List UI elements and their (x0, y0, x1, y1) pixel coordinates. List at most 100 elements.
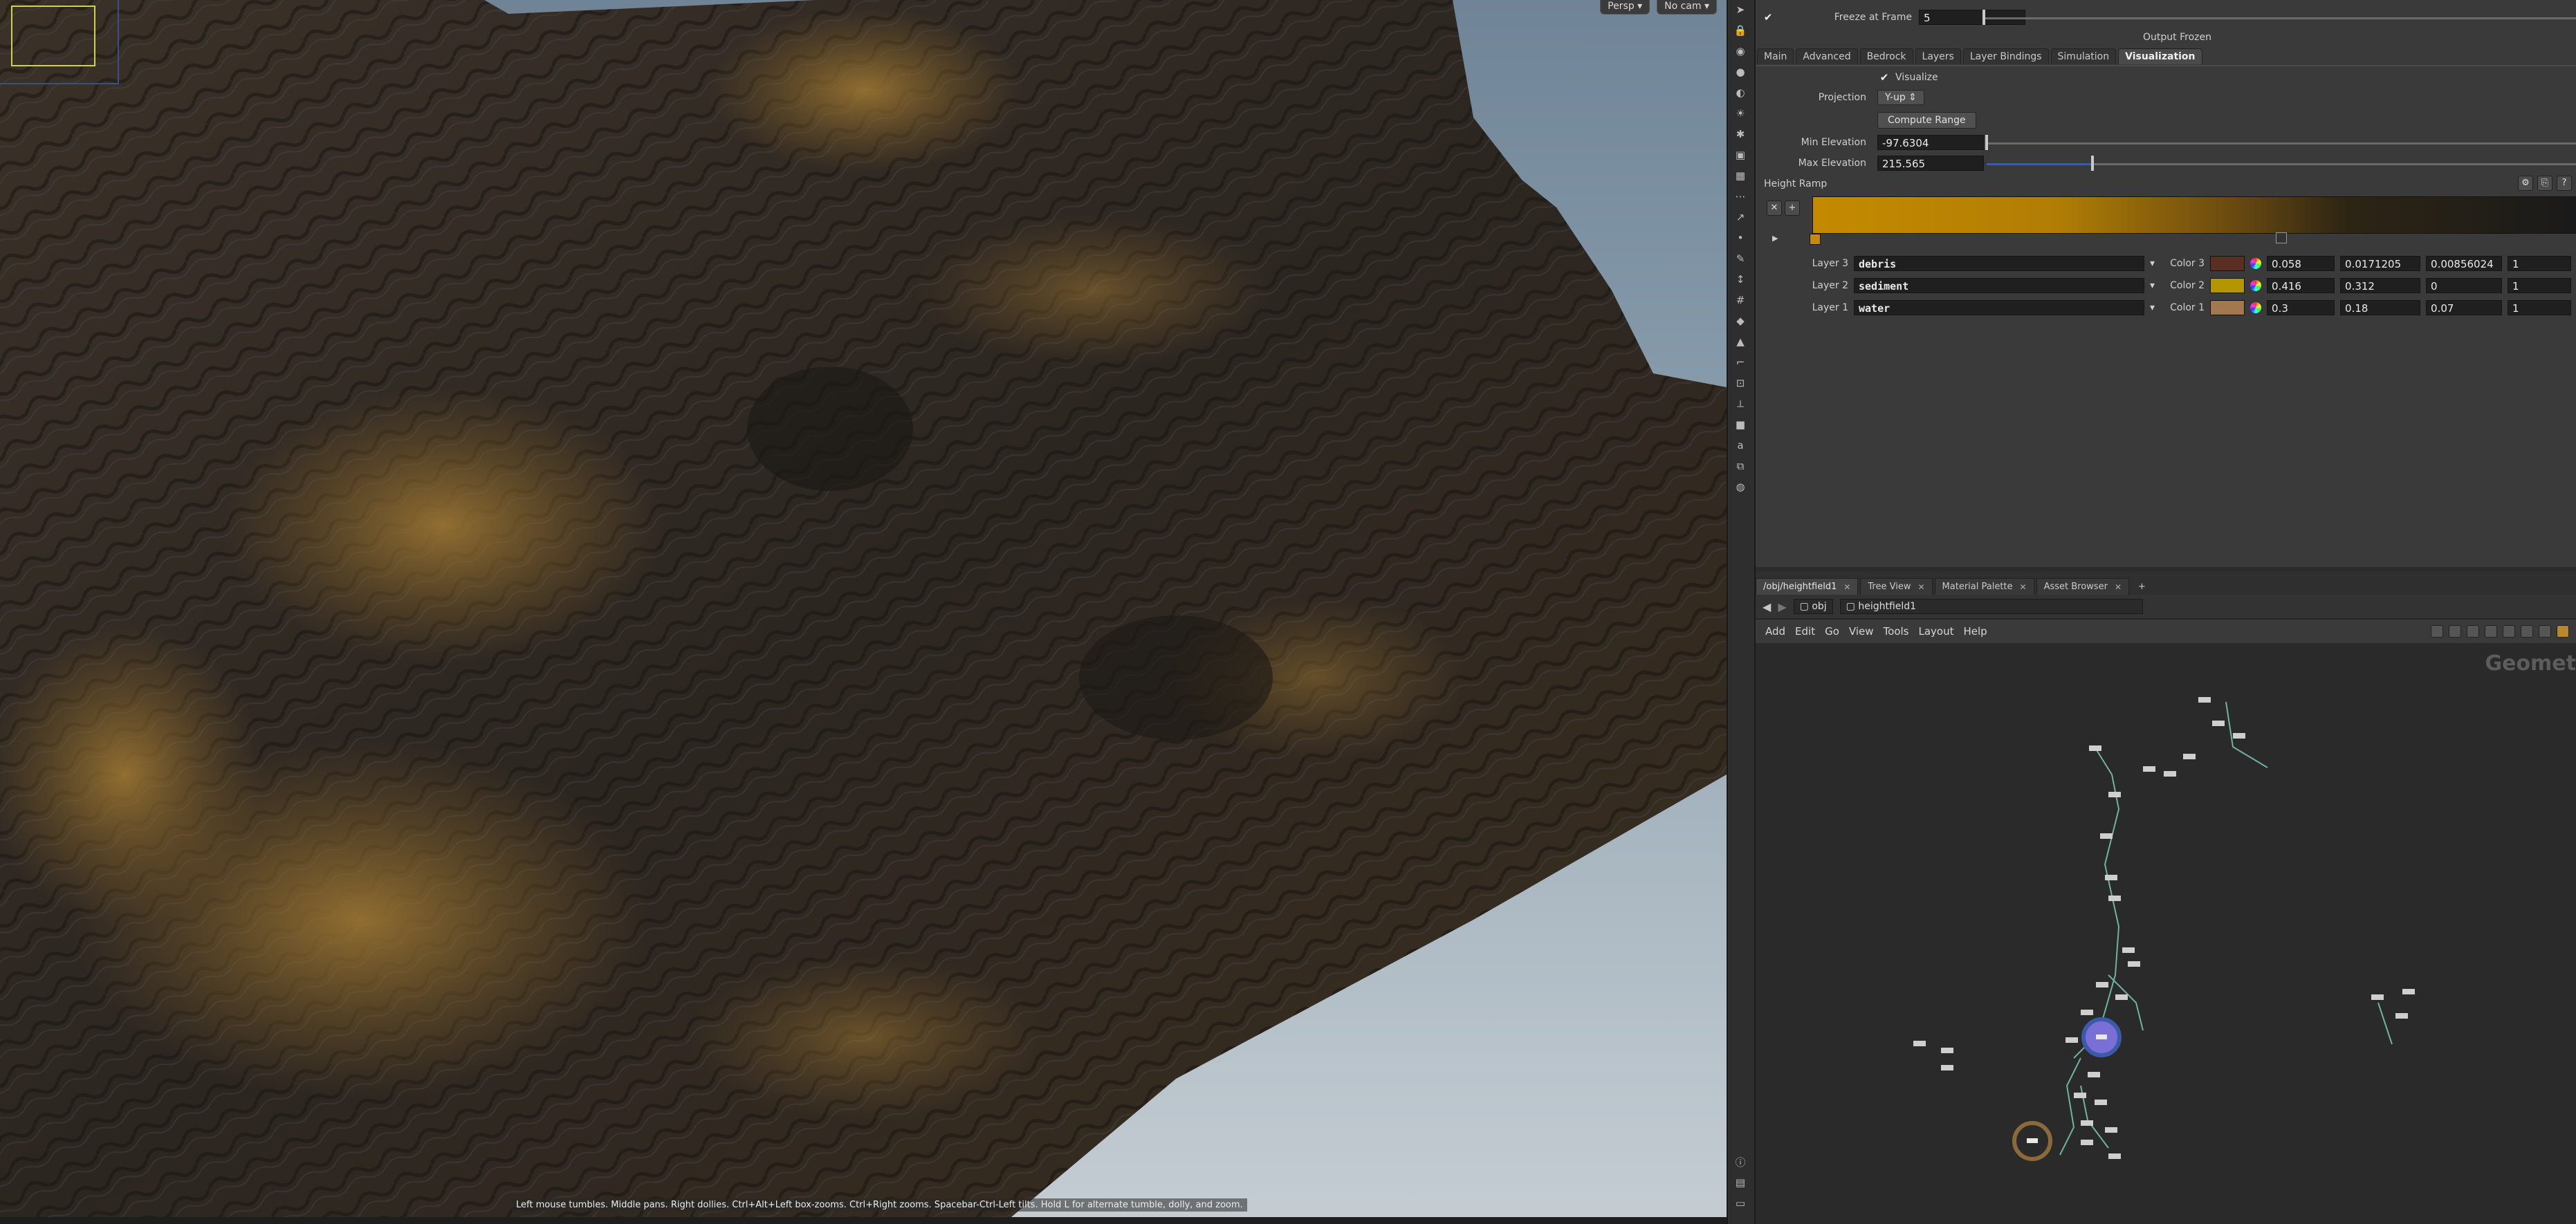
graph-node[interactable] (2143, 766, 2155, 772)
pane-tab-asset-browser[interactable]: Asset Browser ✕ (2036, 578, 2129, 595)
normals-icon[interactable]: ↗ (1733, 210, 1747, 224)
tab-bedrock[interactable]: Bedrock (1859, 48, 1913, 64)
graph-node[interactable] (1913, 1041, 1926, 1046)
menu-layout[interactable]: Layout (1918, 625, 1953, 638)
ramp-help-icon[interactable]: ? (2557, 176, 2572, 191)
layout-icon[interactable] (2521, 625, 2533, 638)
graph-node[interactable] (2095, 1100, 2107, 1105)
tab-simulation[interactable]: Simulation (2050, 48, 2117, 64)
graph-node[interactable] (2108, 1153, 2121, 1159)
points-icon[interactable]: ⋯ (1733, 189, 1747, 203)
freeze-checkbox[interactable]: ✔ (1763, 12, 1774, 23)
menu-tools[interactable]: Tools (1884, 625, 1909, 638)
color-wheel-icon[interactable] (2250, 280, 2262, 291)
color-g-field[interactable]: 0.0171205 (2340, 256, 2421, 271)
sphere-icon[interactable]: ● (1733, 65, 1747, 79)
graph-node[interactable] (2081, 1010, 2093, 1015)
layer-name-field[interactable]: sediment (1854, 278, 2144, 293)
render-icon[interactable]: ◍ (1733, 480, 1747, 494)
color-wheel-icon[interactable] (2250, 302, 2262, 313)
graph-node[interactable] (2198, 697, 2211, 703)
layer-name-field[interactable]: debris (1854, 256, 2144, 271)
close-icon[interactable]: ✕ (2020, 582, 2027, 592)
layer-dropdown-icon[interactable]: ▾ (2150, 258, 2155, 269)
color-a-field[interactable]: 1 (2508, 300, 2572, 315)
color-wheel-icon[interactable] (2250, 258, 2262, 269)
path-node[interactable]: ▢ heightfield1 (1839, 599, 2143, 614)
ramp-key-start[interactable] (1810, 234, 1821, 245)
paint-icon[interactable]: ◆ (1733, 314, 1747, 328)
graph-node[interactable] (2100, 833, 2113, 839)
tab-main[interactable]: Main (1757, 48, 1794, 64)
graph-node[interactable] (2212, 721, 2225, 726)
crop-icon[interactable]: ⊡ (1733, 376, 1747, 390)
graph-node[interactable] (2164, 771, 2176, 777)
color-a-field[interactable]: 1 (2508, 256, 2572, 271)
graph-node[interactable] (2108, 896, 2121, 901)
ramp-remove-key-icon[interactable]: ✕ (1767, 201, 1782, 216)
selected-node[interactable] (2096, 1035, 2107, 1039)
close-icon[interactable]: ✕ (1917, 582, 1924, 592)
menu-edit[interactable]: Edit (1795, 625, 1815, 638)
select-tool-icon[interactable]: ➤ (1733, 3, 1747, 17)
lock-icon[interactable]: 🔒 (1733, 24, 1747, 37)
graph-node[interactable] (2402, 989, 2415, 994)
ramp-add-key-icon[interactable]: + (1785, 201, 1800, 216)
layout-icon[interactable]: ▤ (1733, 1176, 1747, 1189)
close-icon[interactable]: ✕ (2115, 582, 2122, 592)
camera-menu[interactable]: No cam ▾ (1657, 0, 1717, 15)
layer-name-field[interactable]: water (1854, 300, 2144, 315)
back-arrow-icon[interactable]: ◀ (1763, 600, 1771, 613)
graph-node[interactable] (2066, 1037, 2078, 1043)
color-swatch[interactable] (2210, 256, 2245, 271)
color-g-field[interactable]: 0.312 (2340, 278, 2421, 293)
tab-advanced[interactable]: Advanced (1796, 48, 1858, 64)
graph-node[interactable] (2108, 792, 2121, 797)
forward-arrow-icon[interactable]: ▶ (1778, 600, 1786, 613)
info-icon[interactable]: ⓘ (1733, 1155, 1747, 1169)
color-a-field[interactable]: 1 (2508, 278, 2572, 293)
graph-node[interactable] (2074, 1093, 2086, 1098)
graph-node[interactable] (2081, 1120, 2093, 1126)
list-icon[interactable] (2485, 625, 2497, 638)
tab-layer-bindings[interactable]: Layer Bindings (1962, 48, 2049, 64)
graph-node[interactable] (2395, 1013, 2408, 1019)
max-elevation-field[interactable]: 215.565 (1877, 156, 1984, 171)
graph-node[interactable] (1941, 1065, 1953, 1070)
graph-node[interactable] (2081, 1140, 2093, 1145)
monitor-icon[interactable]: ▭ (1733, 1196, 1747, 1210)
ramp-presets-icon[interactable]: ⚙ (2518, 176, 2533, 191)
color-g-field[interactable]: 0.18 (2340, 300, 2421, 315)
wrench-icon[interactable] (2431, 625, 2443, 638)
graph-node[interactable] (1941, 1048, 1953, 1053)
graph-node[interactable] (2105, 1127, 2117, 1133)
graph-node[interactable] (2115, 994, 2128, 1000)
layer-dropdown-icon[interactable]: ▾ (2150, 302, 2155, 313)
fill-icon[interactable]: ■ (1733, 418, 1747, 432)
pane-tab-tree-view[interactable]: Tree View ✕ (1860, 578, 1933, 595)
menu-go[interactable]: Go (1825, 625, 1839, 638)
close-icon[interactable]: ✕ (1843, 582, 1850, 592)
menu-view[interactable]: View (1849, 625, 1874, 638)
graph-node[interactable] (2088, 1072, 2100, 1077)
visualize-checkbox[interactable]: ✔ (1879, 72, 1890, 83)
numbers-icon[interactable]: # (1733, 293, 1747, 307)
ruler-icon[interactable]: ⌐ (1733, 355, 1747, 369)
graph-node[interactable] (2233, 733, 2245, 739)
graph-node[interactable] (2128, 961, 2140, 967)
tab-visualization[interactable]: Visualization (2118, 48, 2202, 64)
pane-tab-network[interactable]: /obj/heightfield1 ✕ (1756, 578, 1859, 595)
ramp-key-end[interactable] (2276, 232, 2287, 243)
pen-icon[interactable]: ✎ (1733, 252, 1747, 266)
camera-icon[interactable]: ◉ (1733, 44, 1747, 58)
color-r-field[interactable]: 0.058 (2267, 256, 2335, 271)
ramp-copy-icon[interactable]: ⎘ (2537, 176, 2552, 191)
grid-view-icon[interactable] (2503, 625, 2515, 638)
shading-icon[interactable]: ◐ (1733, 86, 1747, 100)
color-b-field[interactable]: 0 (2426, 278, 2503, 293)
snapshot-icon[interactable]: ⧉ (1733, 459, 1747, 473)
measure-icon[interactable]: ↕ (1733, 272, 1747, 286)
display-node[interactable] (2027, 1138, 2038, 1143)
color-b-field[interactable]: 0.07 (2426, 300, 2503, 315)
path-root[interactable]: ▢ obj (1793, 599, 1833, 614)
